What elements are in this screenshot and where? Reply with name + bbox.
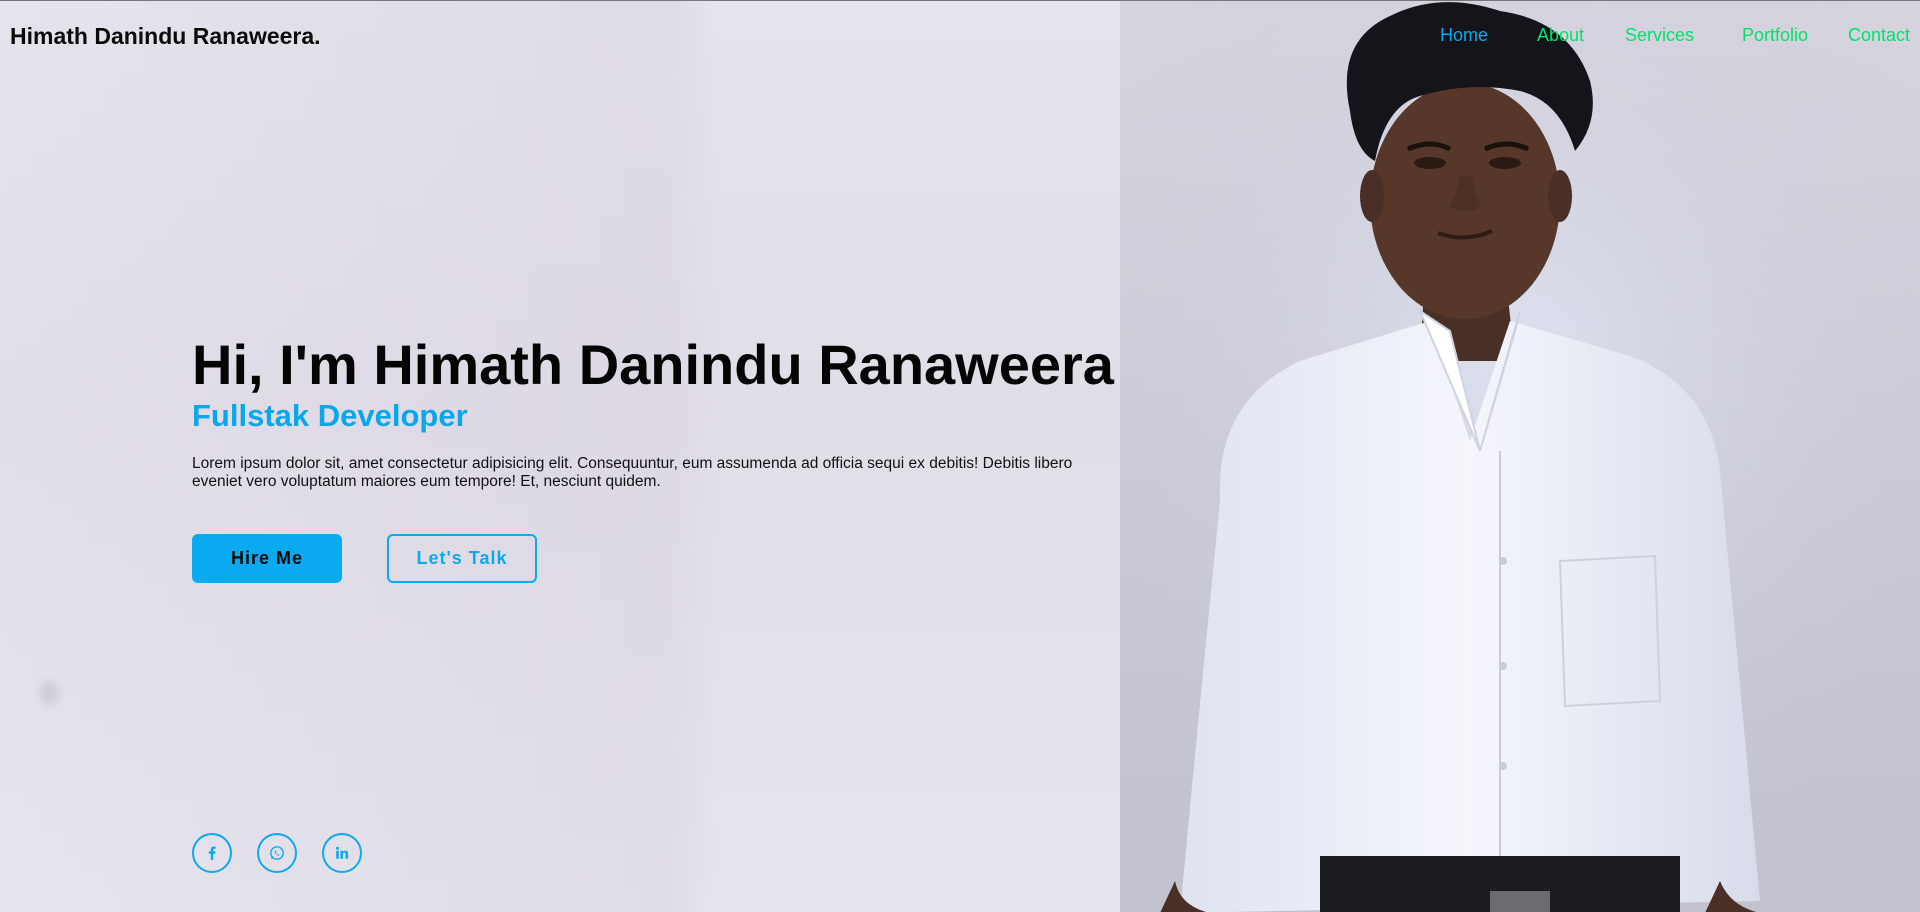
nav-link-contact[interactable]: Contact <box>1848 25 1910 46</box>
hero-role: Fullstak Developer <box>192 398 468 433</box>
whatsapp-link[interactable] <box>257 833 297 873</box>
whatsapp-icon <box>270 846 284 860</box>
linkedin-icon <box>336 846 349 859</box>
nav-link-portfolio[interactable]: Portfolio <box>1742 25 1808 46</box>
hero-description: Lorem ipsum dolor sit, amet consectetur … <box>192 455 1073 490</box>
profile-photo <box>1120 1 1920 912</box>
nav-link-services[interactable]: Services <box>1625 25 1694 46</box>
hero-heading: Hi, I'm Himath Danindu Ranaweera <box>192 333 1114 396</box>
facebook-icon <box>208 846 216 860</box>
hire-me-button[interactable]: Hire Me <box>192 534 342 583</box>
linkedin-link[interactable] <box>322 833 362 873</box>
hero-section: Hi, I'm Himath Danindu Ranaweera Fullsta… <box>192 333 1132 491</box>
facebook-link[interactable] <box>192 833 232 873</box>
nav-link-about[interactable]: About <box>1537 25 1584 46</box>
site-logo[interactable]: Himath Danindu Ranaweera. <box>10 23 321 50</box>
nav-link-home[interactable]: Home <box>1440 25 1488 46</box>
lets-talk-button[interactable]: Let's Talk <box>387 534 537 583</box>
person-illustration <box>1120 1 1920 912</box>
